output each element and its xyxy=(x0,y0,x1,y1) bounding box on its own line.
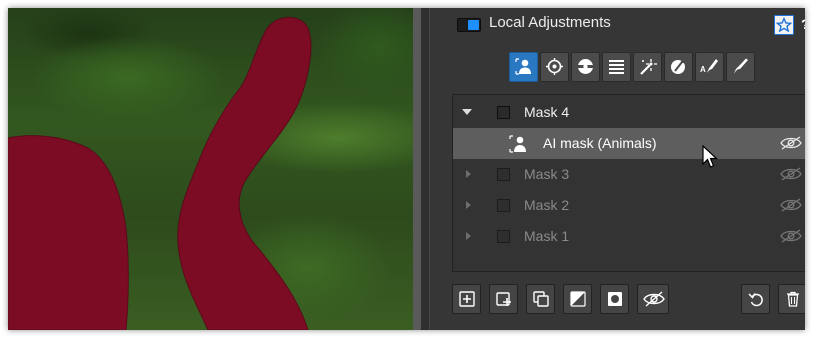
app-window: › Local Adjustments ? xyxy=(8,8,805,330)
dropper-icon xyxy=(671,59,685,74)
toggle-knob xyxy=(468,20,479,30)
delete-mask-button[interactable] xyxy=(778,284,805,314)
luminosity-mask-mode-button[interactable] xyxy=(571,52,600,82)
color-picker-mode-button[interactable] xyxy=(664,52,693,82)
star-icon xyxy=(775,16,793,33)
collapsed-chevron-icon[interactable] xyxy=(466,201,471,209)
local-adjustments-panel: Local Adjustments ? xyxy=(421,8,805,330)
text-brush-mode-button[interactable]: A xyxy=(695,52,724,82)
eye-slash-icon[interactable] xyxy=(780,198,802,212)
sub-mask-row-ai-animals[interactable]: AI mask (Animals) xyxy=(453,128,805,159)
svg-text:A: A xyxy=(700,65,706,74)
person-select-icon xyxy=(509,135,526,153)
mask-checkbox[interactable] xyxy=(497,168,510,181)
invert-icon xyxy=(570,291,586,307)
person-select-icon xyxy=(515,58,531,75)
mask-label: Mask 3 xyxy=(524,166,570,182)
magic-wand-icon xyxy=(640,59,657,75)
mask-label: Mask 2 xyxy=(524,197,570,213)
sphere-icon xyxy=(578,59,593,74)
add-sub-mask-button[interactable] xyxy=(489,284,518,314)
mask-row-mask-4[interactable]: Mask 4 xyxy=(453,97,805,128)
eye-slash-icon[interactable] xyxy=(780,229,802,243)
mask-list: Mask 4 AI mask (Animals) Mask 3 Mask 2 M… xyxy=(452,94,805,272)
undo-icon xyxy=(748,293,763,307)
eye-slash-icon[interactable] xyxy=(780,167,802,181)
sub-mask-label: AI mask (Animals) xyxy=(543,135,657,151)
circle-square-icon xyxy=(608,292,622,306)
horizontal-lines-icon xyxy=(609,60,624,74)
toggle-visibility-button[interactable] xyxy=(637,284,669,314)
mask-checkbox[interactable] xyxy=(497,230,510,243)
control-point-mode-button[interactable] xyxy=(540,52,569,82)
ai-mask-mode-button[interactable] xyxy=(509,52,538,82)
mask-checkbox[interactable] xyxy=(497,106,510,119)
mask-overlay xyxy=(8,16,312,330)
image-canvas[interactable] xyxy=(8,8,413,330)
brush-mode-button[interactable] xyxy=(726,52,755,82)
target-icon xyxy=(546,58,563,75)
eye-slash-icon xyxy=(643,291,665,307)
mask-row-mask-3[interactable]: Mask 3 xyxy=(453,159,805,190)
show-mask-button[interactable] xyxy=(600,284,629,314)
reset-mask-button[interactable] xyxy=(741,284,770,314)
favorite-button[interactable] xyxy=(774,15,794,35)
mask-row-mask-1[interactable]: Mask 1 xyxy=(453,221,805,252)
square-plus-corner-icon xyxy=(496,292,511,306)
gradient-mode-button[interactable] xyxy=(602,52,631,82)
panel-enable-toggle[interactable] xyxy=(457,18,481,32)
help-button[interactable]: ? xyxy=(801,14,805,34)
brush-icon xyxy=(734,58,748,74)
panel-divider[interactable] xyxy=(413,8,421,330)
trash-icon xyxy=(787,291,799,307)
mask-label: Mask 4 xyxy=(524,104,570,120)
mask-row-mask-2[interactable]: Mask 2 xyxy=(453,190,805,221)
mask-label: Mask 1 xyxy=(524,228,570,244)
duplicate-icon xyxy=(533,291,549,307)
eye-slash-icon[interactable] xyxy=(780,136,802,150)
panel-body: Local Adjustments ? xyxy=(429,8,805,330)
invert-mask-button[interactable] xyxy=(563,284,592,314)
plus-square-icon xyxy=(459,291,475,307)
text-brush-icon: A xyxy=(700,59,718,74)
expanded-chevron-icon[interactable] xyxy=(462,109,472,115)
mouse-cursor-icon xyxy=(702,145,718,168)
collapsed-chevron-icon[interactable] xyxy=(466,232,471,240)
magic-brush-mode-button[interactable] xyxy=(633,52,662,82)
duplicate-mask-button[interactable] xyxy=(526,284,555,314)
collapsed-chevron-icon[interactable] xyxy=(466,170,471,178)
add-mask-button[interactable] xyxy=(452,284,481,314)
panel-title: Local Adjustments xyxy=(489,14,611,31)
mask-checkbox[interactable] xyxy=(497,199,510,212)
